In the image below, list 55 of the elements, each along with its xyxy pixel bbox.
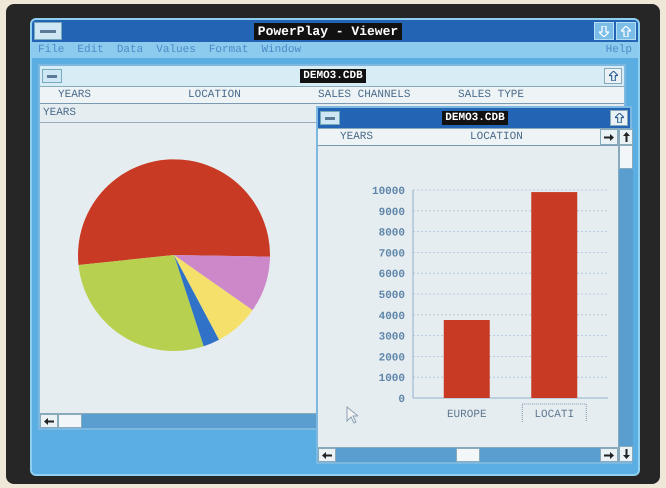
down-arrow-icon: [622, 449, 630, 459]
scroll-thumb[interactable]: [619, 145, 633, 169]
right-arrow-icon: [604, 134, 614, 140]
dimension-label[interactable]: SALES CHANNELS: [318, 89, 448, 101]
maximize-button[interactable]: [610, 110, 628, 126]
axis-tick-label: 9000: [378, 206, 405, 219]
menu-item[interactable]: Values: [156, 44, 196, 56]
axis-tick-label: 6000: [378, 269, 405, 282]
left-arrow-icon: [322, 452, 332, 458]
axis-tick-label: 10000: [372, 186, 405, 198]
control-menu-button[interactable]: [320, 111, 340, 125]
minimize-button[interactable]: [594, 22, 614, 40]
right-arrow-icon: [604, 452, 614, 458]
axis-tick-label: 4000: [378, 310, 405, 323]
menu-item[interactable]: File: [38, 44, 64, 56]
scroll-left-button[interactable]: [40, 414, 58, 428]
dimension-label[interactable]: LOCATION: [188, 89, 318, 101]
axis-tick-label: 8000: [378, 228, 405, 240]
scroll-thumb[interactable]: [58, 414, 82, 428]
dimension-label[interactable]: YEARS: [340, 131, 470, 143]
menu-item[interactable]: Help: [606, 44, 632, 56]
dimension-label[interactable]: SALES TYPE: [458, 89, 524, 101]
scroll-right-button[interactable]: [600, 129, 618, 145]
down-arrow-icon: [599, 26, 609, 36]
category-label[interactable]: LOCATI: [522, 404, 587, 422]
scroll-right-button[interactable]: [600, 448, 618, 462]
maximize-button[interactable]: [604, 68, 622, 84]
control-menu-button[interactable]: [42, 69, 62, 83]
dimension-label[interactable]: LOCATION: [470, 131, 600, 143]
up-arrow-icon: [621, 26, 631, 36]
axis-tick-label: 7000: [378, 248, 405, 260]
window-title: DEMO3.CDB: [300, 69, 366, 83]
left-arrow-icon: [44, 418, 54, 424]
control-menu-button[interactable]: [34, 22, 62, 40]
axis-tick-label: 3000: [378, 332, 405, 344]
scroll-down-button[interactable]: [619, 446, 633, 462]
axis-tick-label: 2000: [378, 352, 405, 364]
menu-item[interactable]: Window: [261, 44, 302, 56]
mouse-pointer-icon: [346, 406, 358, 424]
row-dimension-label[interactable]: YEARS: [43, 107, 76, 119]
up-arrow-icon: [608, 71, 618, 81]
axis-tick-label: 5000: [378, 290, 405, 302]
axis-tick-label: 1000: [378, 373, 405, 386]
scroll-left-button[interactable]: [318, 448, 336, 462]
x-tick-label: LOCATI: [534, 409, 574, 421]
dimension-label[interactable]: YEARS: [58, 89, 188, 101]
window-title: DEMO3.CDB: [442, 111, 508, 125]
menu-item[interactable]: Data: [116, 44, 144, 56]
menu-item[interactable]: Edit: [77, 44, 104, 56]
menu-item[interactable]: Format: [208, 44, 248, 56]
window-title: PowerPlay - Viewer: [254, 22, 402, 40]
scroll-up-button[interactable]: [619, 129, 633, 145]
axis-tick-label: 0: [398, 394, 405, 406]
scroll-thumb[interactable]: [456, 448, 480, 462]
category-label[interactable]: EUROPE: [446, 409, 487, 421]
